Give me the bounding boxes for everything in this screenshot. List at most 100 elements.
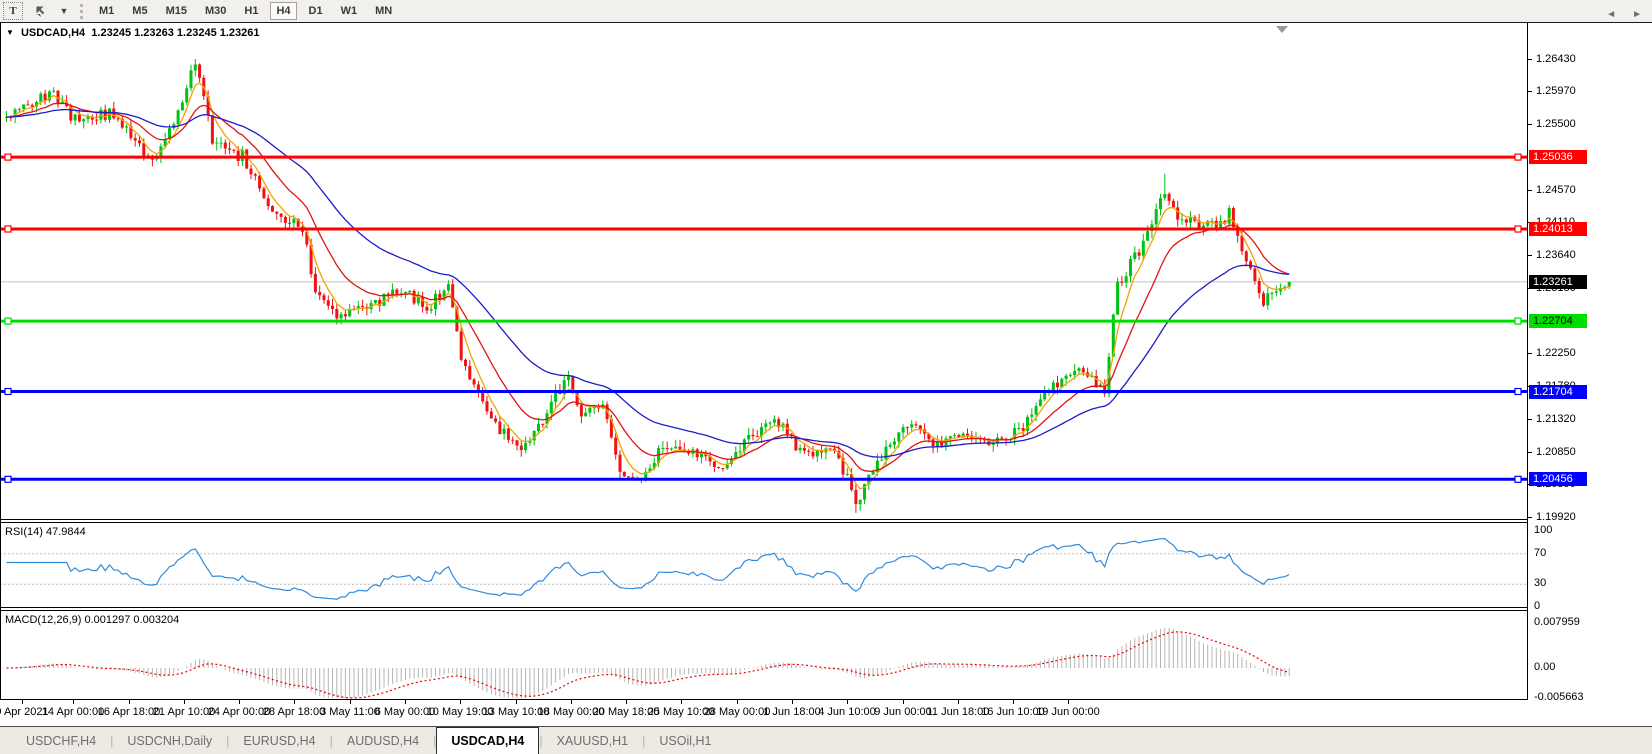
time-tick-mark [626, 700, 627, 704]
time-tick-mark [903, 700, 904, 704]
price-tick-mark [1527, 190, 1532, 191]
tab-usdchf-h4[interactable]: USDCHF,H4 [12, 727, 110, 754]
hline-price-label: 1.20456 [1529, 472, 1587, 486]
line-handle[interactable] [5, 476, 11, 482]
tab-scroll-left-icon[interactable]: ◄ [1606, 9, 1616, 20]
macd-signal-line [7, 632, 1290, 698]
indicator-axis-label: 0.007959 [1534, 616, 1580, 628]
price-tick-label: 1.21320 [1536, 413, 1576, 425]
time-tick-mark [516, 700, 517, 704]
arrows-tool-icon[interactable] [27, 2, 54, 20]
line-handle[interactable] [1515, 318, 1521, 324]
timeframe-button-d1[interactable]: D1 [303, 2, 329, 20]
timeframe-button-m1[interactable]: M1 [93, 2, 120, 20]
time-axis-label: 24 Apr 00:00 [208, 706, 270, 718]
line-handle[interactable] [5, 226, 11, 232]
price-tick-label: 1.25500 [1536, 118, 1576, 130]
time-tick-mark [792, 700, 793, 704]
arrows-cursor-icon [33, 4, 48, 18]
time-tick-mark [681, 700, 682, 704]
chart-symbol: USDCAD,H4 [21, 27, 85, 39]
tab-eurusd-h4[interactable]: EURUSD,H4 [229, 727, 329, 754]
macd-panel[interactable] [0, 610, 1527, 700]
rsi-panel[interactable] [0, 522, 1527, 608]
time-axis-label: 28 Apr 18:00 [263, 706, 325, 718]
time-axis-label: 16 Apr 18:00 [98, 706, 160, 718]
tab-usdcad-h4[interactable]: USDCAD,H4 [436, 727, 539, 754]
indicator-axis-label: 0.00 [1534, 661, 1555, 673]
price-tick-label: 1.26430 [1536, 53, 1576, 65]
chart-left-border [0, 23, 1, 700]
tab-audusd-h4[interactable]: AUDUSD,H4 [333, 727, 433, 754]
line-handle[interactable] [1515, 226, 1521, 232]
time-tick-mark [958, 700, 959, 704]
price-tick-mark [1527, 452, 1532, 453]
indicator-axis-label: -0.005663 [1534, 691, 1584, 703]
chart-shift-marker-icon[interactable] [1276, 26, 1288, 33]
time-axis-label: 1 Jun 18:00 [763, 706, 821, 718]
time-tick-mark [129, 700, 130, 704]
price-tick-mark [1527, 255, 1532, 256]
price-tick-mark [1527, 419, 1532, 420]
time-axis-label: 19 Jun 00:00 [1036, 706, 1100, 718]
hline-price-label: 1.22704 [1529, 314, 1587, 328]
indicator-axis-label: 70 [1534, 547, 1546, 559]
time-tick-mark [571, 700, 572, 704]
price-tick-label: 1.24570 [1536, 184, 1576, 196]
line-handle[interactable] [1515, 476, 1521, 482]
price-tick-label: 1.25970 [1536, 85, 1576, 97]
time-axis-label: 11 Jun 18:00 [927, 706, 990, 718]
price-tick-mark [1527, 91, 1532, 92]
rsi-line [7, 539, 1290, 600]
line-handle[interactable] [5, 318, 11, 324]
time-tick-mark [405, 700, 406, 704]
time-axis-label: 28 May 00:00 [704, 706, 771, 718]
time-tick-mark [1068, 700, 1069, 704]
timeframe-button-group: M1 M5 M15 M30 H1 H4 D1 W1 MN [93, 2, 398, 20]
tab-scroll-right-icon[interactable]: ► [1632, 9, 1642, 20]
timeframe-button-h1[interactable]: H1 [238, 2, 264, 20]
price-tick-label: 1.23640 [1536, 249, 1576, 261]
line-handle[interactable] [1515, 389, 1521, 395]
tab-xauusd-h1[interactable]: XAUUSD,H1 [543, 727, 643, 754]
time-axis-label: 21 Apr 10:00 [153, 706, 215, 718]
tab-usdcnh-daily[interactable]: USDCNH,Daily [113, 727, 226, 754]
tab-usoil-h1[interactable]: USOil,H1 [645, 727, 725, 754]
timeframe-button-m30[interactable]: M30 [199, 2, 232, 20]
timeframe-button-m5[interactable]: M5 [126, 2, 153, 20]
hline-price-label: 1.24013 [1529, 222, 1587, 236]
candles-series [5, 59, 1291, 513]
time-tick-mark [847, 700, 848, 704]
price-tick-mark [1527, 517, 1532, 518]
arrows-tool-dropdown[interactable]: ▼ [54, 2, 74, 20]
price-tick-mark [1527, 353, 1532, 354]
time-axis-label: 3 May 11:00 [320, 706, 380, 718]
timeframe-button-h4[interactable]: H4 [270, 2, 296, 20]
line-handle[interactable] [1515, 154, 1521, 160]
text-tool-button[interactable]: T [3, 2, 23, 20]
line-handle[interactable] [5, 154, 11, 160]
mt4-terminal-window: T ▼ M1 M5 M15 M30 H1 H4 D1 W1 MN ▼ USDCAD,H4 1.2… [0, 0, 1652, 754]
chart-tab-bar: USDCHF,H4|USDCNH,Daily|EURUSD,H4|AUDUSD,… [0, 726, 1652, 754]
time-tick-mark [350, 700, 351, 704]
price-tick-label: 1.20850 [1536, 446, 1576, 458]
rsi-indicator-label: RSI(14) 47.9844 [5, 526, 86, 538]
indicator-axis-label: 30 [1534, 577, 1546, 589]
time-tick-mark [737, 700, 738, 704]
collapse-arrow-icon[interactable]: ▼ [6, 28, 14, 37]
indicator-axis-label: 100 [1534, 524, 1552, 536]
time-tick-mark [184, 700, 185, 704]
timeframe-button-w1[interactable]: W1 [335, 2, 364, 20]
timeframe-button-mn[interactable]: MN [369, 2, 398, 20]
hline-price-label: 1.25036 [1529, 150, 1587, 164]
time-axis-label: 4 Jun 10:00 [818, 706, 876, 718]
ma-fast-line [7, 83, 1290, 489]
timeframe-button-m15[interactable]: M15 [160, 2, 193, 20]
macd-indicator-label: MACD(12,26,9) 0.001297 0.003204 [5, 614, 179, 626]
main-price-panel[interactable] [0, 23, 1527, 520]
line-handle[interactable] [5, 389, 11, 395]
current-price-label: 1.23261 [1529, 275, 1587, 289]
indicator-axis-label: 0 [1534, 600, 1540, 612]
macd-histogram [7, 628, 1290, 698]
time-axis[interactable]: 9 Apr 202114 Apr 00:0016 Apr 18:0021 Apr… [0, 700, 1652, 726]
